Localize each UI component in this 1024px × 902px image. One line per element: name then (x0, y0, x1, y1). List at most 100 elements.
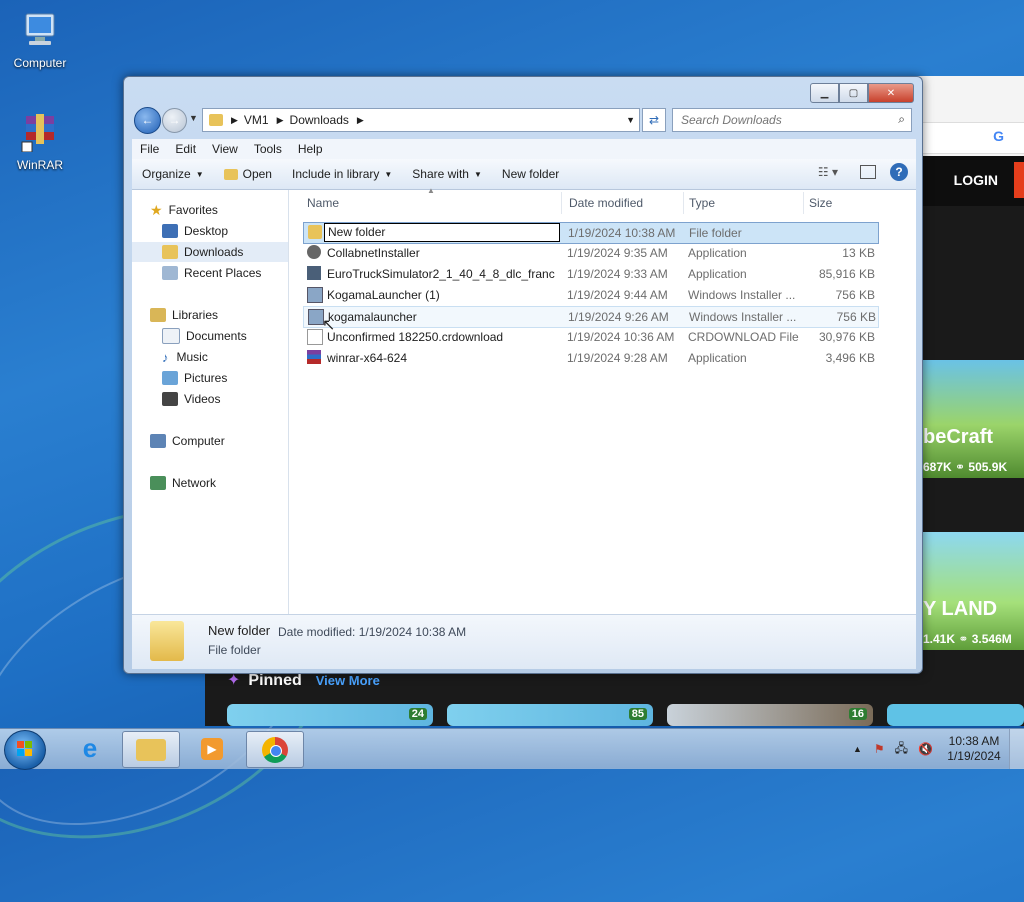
breadcrumb-downloads[interactable]: Downloads (290, 113, 349, 127)
taskbar-explorer[interactable] (122, 731, 180, 768)
column-divider[interactable] (561, 192, 562, 214)
history-dropdown-icon[interactable]: ▼ (189, 113, 198, 123)
column-name[interactable]: Name (307, 196, 339, 210)
nav-documents[interactable]: Documents (162, 326, 247, 346)
breadcrumb-vm1[interactable]: VM1 (244, 113, 269, 127)
file-name: CollabnetInstaller (327, 246, 420, 260)
desktop-icon-computer[interactable]: Computer (0, 10, 80, 70)
view-options-icon[interactable]: ☷ ▾ (818, 165, 838, 179)
file-row[interactable]: KogamaLauncher (1) 1/19/2024 9:44 AM Win… (303, 285, 877, 305)
start-button[interactable] (4, 730, 46, 770)
pinned-card[interactable]: 16 (667, 704, 873, 726)
column-date-modified[interactable]: Date modified (569, 196, 643, 210)
nav-libraries[interactable]: Libraries (150, 305, 218, 325)
nav-label: Pictures (184, 371, 228, 385)
winrar-icon (0, 112, 80, 155)
close-button[interactable]: ✕ (868, 83, 914, 103)
file-name: winrar-x64-624 (327, 351, 408, 365)
file-row[interactable]: Unconfirmed 182250.crdownload 1/19/2024 … (303, 327, 877, 347)
search-input[interactable] (679, 109, 883, 131)
login-accent (1014, 162, 1024, 198)
nav-desktop[interactable]: Desktop (162, 221, 228, 241)
show-desktop-button[interactable] (1009, 729, 1024, 769)
share-with-button[interactable]: Share with ▼ (402, 167, 492, 181)
organize-button[interactable]: Organize ▼ (132, 167, 214, 181)
nav-label: Desktop (184, 224, 229, 238)
file-date: 1/19/2024 9:33 AM (567, 267, 668, 281)
show-hidden-icons-icon[interactable]: ▲ (853, 744, 862, 754)
file-date: 1/19/2024 10:36 AM (567, 330, 675, 344)
nav-network[interactable]: Network (150, 473, 216, 493)
taskbar-ie[interactable]: e (62, 731, 118, 766)
breadcrumb-separator-icon: ▶ (356, 114, 364, 125)
address-dropdown-icon[interactable]: ▼ (626, 115, 635, 125)
taskbar-media-player[interactable]: ▶ (184, 731, 240, 766)
nav-label: Videos (184, 392, 221, 406)
file-type: Windows Installer ... (688, 288, 796, 302)
file-row[interactable]: New folder 1/19/2024 10:38 AM File folde… (303, 222, 879, 244)
navigation-pane: ★ Favorites Desktop Downloads Recent Plac… (132, 190, 289, 614)
column-divider[interactable] (803, 192, 804, 214)
folder-icon (150, 621, 184, 661)
menu-help[interactable]: Help (290, 142, 331, 156)
login-button[interactable]: LOGIN (954, 172, 998, 188)
network-icon[interactable]: 🖧 (895, 739, 908, 760)
menu-tools[interactable]: Tools (246, 142, 290, 156)
google-icon: G (993, 128, 1004, 144)
nav-downloads[interactable]: Downloads (132, 242, 288, 262)
downloads-icon (162, 245, 178, 259)
volume-muted-icon[interactable]: 🔇 (918, 742, 933, 756)
open-folder-icon (223, 168, 238, 180)
file-row[interactable]: winrar-x64-624 1/19/2024 9:28 AM Applica… (303, 348, 877, 368)
pinned-card[interactable]: 24 (227, 704, 433, 726)
menu-file[interactable]: File (132, 142, 167, 156)
nav-recent-places[interactable]: Recent Places (162, 263, 261, 283)
nav-music[interactable]: ♪ Music (162, 347, 208, 367)
nav-label: Network (172, 476, 217, 490)
maximize-button[interactable]: ▢ (839, 83, 868, 103)
action-center-icon[interactable]: ⚑ (874, 742, 885, 756)
new-folder-button[interactable]: New folder (492, 167, 569, 181)
file-list[interactable]: Name ▲ Date modified Type Size New folde… (289, 186, 916, 614)
back-button[interactable]: ← (134, 107, 161, 134)
open-button[interactable]: Open (214, 167, 282, 181)
rename-field[interactable]: New folder (324, 223, 560, 242)
column-type[interactable]: Type (689, 196, 715, 210)
file-date: 1/19/2024 9:26 AM (568, 310, 669, 324)
file-row[interactable]: kogamalauncher 1/19/2024 9:26 AM Windows… (303, 306, 879, 334)
menu-view[interactable]: View (204, 142, 246, 156)
nav-favorites[interactable]: ★ Favorites (150, 200, 218, 220)
file-size: 85,916 KB (818, 267, 875, 281)
file-row[interactable]: CollabnetInstaller 1/19/2024 9:35 AM App… (303, 243, 877, 263)
pictures-icon (162, 371, 178, 385)
desktop-icon-winrar[interactable]: WinRAR (0, 112, 80, 172)
include-in-library-button[interactable]: Include in library ▼ (282, 167, 402, 181)
game-card[interactable]: Y LAND 1.41K ⚭ 3.546M (921, 532, 1024, 650)
game-card[interactable]: beCraft 687K ⚭ 505.9K (921, 360, 1024, 478)
pinned-card[interactable]: 85 (447, 704, 653, 726)
nav-pictures[interactable]: Pictures (162, 368, 227, 388)
nav-videos[interactable]: Videos (162, 389, 220, 409)
search-box[interactable]: ⌕ (672, 108, 912, 132)
minimize-button[interactable]: ▁ (810, 83, 839, 103)
taskbar-chrome[interactable] (246, 731, 304, 768)
forward-button[interactable]: → (162, 108, 187, 133)
address-bar[interactable]: ▶ VM1 ▶ Downloads ▶ ▼ (202, 108, 640, 132)
game-card-stats: 687K ⚭ 505.9K (923, 460, 1008, 474)
column-divider[interactable] (683, 192, 684, 214)
view-more-link[interactable]: View More (316, 673, 380, 688)
pinned-title: Pinned (248, 672, 302, 689)
file-row[interactable]: EuroTruckSimulator2_1_40_4_8_dlc_franc..… (303, 264, 877, 284)
search-icon[interactable]: ⌕ (898, 112, 905, 127)
nav-computer[interactable]: Computer (150, 431, 225, 451)
preview-pane-icon[interactable] (860, 165, 876, 179)
menu-edit[interactable]: Edit (167, 142, 204, 156)
help-icon[interactable]: ? (890, 163, 908, 181)
pinned-card[interactable] (887, 704, 1024, 726)
explorer-window[interactable]: ▁ ▢ ✕ ← → ▼ ▶ VM1 ▶ Downloads ▶ ▼ ⇄ ⌕ Fi… (123, 76, 923, 674)
clock[interactable]: 10:38 AM 1/19/2024 (939, 734, 1009, 764)
star-icon: ★ (150, 201, 163, 218)
breadcrumb-separator-icon: ▶ (231, 114, 238, 125)
column-size[interactable]: Size (809, 196, 832, 210)
refresh-button[interactable]: ⇄ (642, 108, 666, 132)
